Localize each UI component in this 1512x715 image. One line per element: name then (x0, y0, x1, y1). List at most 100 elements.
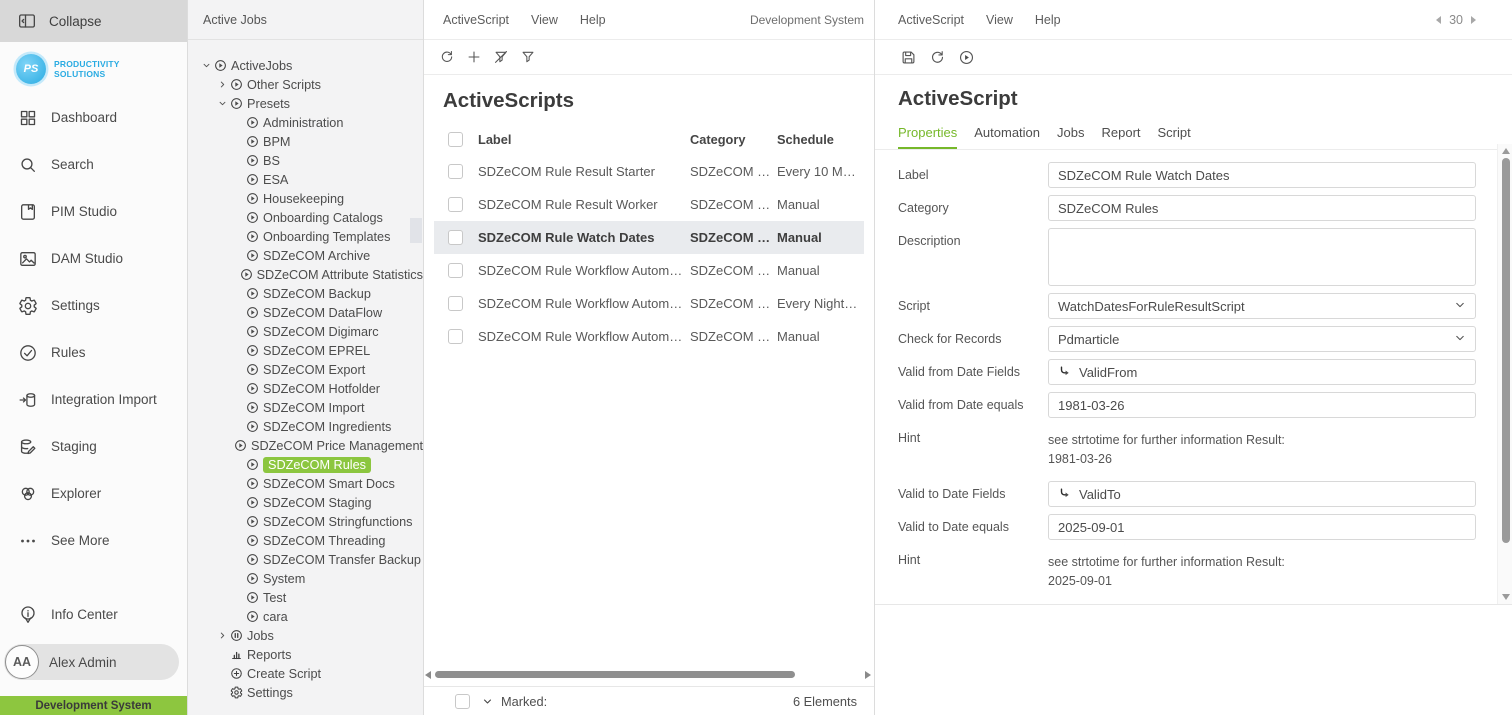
collapse-button[interactable]: Collapse (0, 0, 187, 42)
tree-item-administration[interactable]: Administration (188, 113, 423, 132)
row-checkbox[interactable] (448, 296, 463, 311)
marked-checkbox[interactable] (455, 693, 470, 709)
category-input[interactable] (1048, 195, 1476, 221)
sidebar-item-staging[interactable]: Staging (0, 423, 187, 470)
menu-view[interactable]: View (531, 13, 558, 27)
row-checkbox[interactable] (448, 164, 463, 179)
valid-from-date-equals-input[interactable] (1048, 392, 1476, 418)
tree-item-housekeeping[interactable]: Housekeeping (188, 189, 423, 208)
tree-item-sdzecom-import[interactable]: SDZeCOM Import (188, 398, 423, 417)
tree-item-settings[interactable]: Settings (188, 683, 423, 702)
scroll-up-icon[interactable] (1501, 148, 1510, 154)
tree-item-sdzecom-price-management[interactable]: SDZeCOM Price Management (188, 436, 423, 455)
valid-to-date-fields-input[interactable]: ValidTo (1048, 481, 1476, 507)
tab-properties[interactable]: Properties (898, 125, 958, 149)
sidebar-item-rules[interactable]: Rules (0, 329, 187, 376)
table-row[interactable]: SDZeCOM Rule Watch Dates SDZeCOM RulesMan… (434, 221, 864, 254)
sidebar-item-explorer[interactable]: Explorer (0, 470, 187, 517)
tree-item-activejobs[interactable]: ActiveJobs (188, 56, 423, 75)
vertical-scrollbar-thumb[interactable] (1501, 158, 1510, 543)
sidebar-item-dashboard[interactable]: Dashboard (0, 94, 187, 141)
save-icon[interactable] (900, 49, 917, 66)
sidebar-item-see-more[interactable]: See More (0, 517, 187, 564)
tree-item-sdzecom-attribute-statistics[interactable]: SDZeCOM Attribute Statistics (188, 265, 423, 284)
row-checkbox[interactable] (448, 263, 463, 278)
tab-script[interactable]: Script (1158, 125, 1191, 149)
tree-item-sdzecom-rules[interactable]: SDZeCOM Rules (188, 455, 423, 474)
filter-icon[interactable] (520, 49, 536, 65)
tree-item-reports[interactable]: Reports (188, 645, 423, 664)
tree-item-sdzecom-backup[interactable]: SDZeCOM Backup (188, 284, 423, 303)
brand-logo[interactable]: PS PRODUCTIVITY SOLUTIONS (0, 42, 187, 94)
tree-item-sdzecom-archive[interactable]: SDZeCOM Archive (188, 246, 423, 265)
add-icon[interactable] (466, 49, 482, 65)
tree-item-sdzecom-staging[interactable]: SDZeCOM Staging (188, 493, 423, 512)
tree-item-create-script[interactable]: Create Script (188, 664, 423, 683)
prev-page-icon[interactable] (1436, 15, 1442, 24)
tree-item-bs[interactable]: BS (188, 151, 423, 170)
valid-to-date-equals-input[interactable] (1048, 514, 1476, 540)
tree-item-system[interactable]: System (188, 569, 423, 588)
select-all-checkbox[interactable] (448, 131, 463, 147)
tree-item-bpm[interactable]: BPM (188, 132, 423, 151)
chevron-down-icon[interactable] (218, 99, 230, 108)
sidebar-item-settings[interactable]: Settings (0, 282, 187, 329)
label-input[interactable] (1048, 162, 1476, 188)
menu-view[interactable]: View (986, 13, 1013, 27)
chevron-down-icon[interactable] (202, 61, 214, 70)
tree-item-other-scripts[interactable]: Other Scripts (188, 75, 423, 94)
row-checkbox[interactable] (448, 329, 463, 344)
tree-item-presets[interactable]: Presets (188, 94, 423, 113)
description-textarea[interactable] (1048, 228, 1476, 286)
tree-item-sdzecom-stringfunctions[interactable]: SDZeCOM Stringfunctions (188, 512, 423, 531)
scroll-left-icon[interactable] (425, 671, 431, 679)
user-menu[interactable]: AA Alex Admin (4, 644, 179, 680)
tree-item-sdzecom-threading[interactable]: SDZeCOM Threading (188, 531, 423, 550)
table-row[interactable]: SDZeCOM Rule Workflow Automation Starter… (434, 287, 864, 320)
tree-item-sdzecom-transfer-backup[interactable]: SDZeCOM Transfer Backup (188, 550, 423, 569)
tree-item-test[interactable]: Test (188, 588, 423, 607)
tree-item-sdzecom-dataflow[interactable]: SDZeCOM DataFlow (188, 303, 423, 322)
tree-item-onboarding-templates[interactable]: Onboarding Templates (188, 227, 423, 246)
row-checkbox[interactable] (448, 230, 463, 245)
valid-from-date-fields-input[interactable]: ValidFrom (1048, 359, 1476, 385)
tab-automation[interactable]: Automation (974, 125, 1040, 149)
next-page-icon[interactable] (1471, 15, 1476, 24)
tree-scrollbar-thumb[interactable] (410, 218, 422, 243)
filter-off-icon[interactable] (493, 49, 509, 65)
row-checkbox[interactable] (448, 197, 463, 212)
scroll-right-icon[interactable] (865, 671, 871, 679)
sidebar-item-search[interactable]: Search (0, 141, 187, 188)
sidebar-item-info-center[interactable]: Info Center (0, 591, 187, 638)
tab-jobs[interactable]: Jobs (1057, 125, 1084, 149)
chevron-down-icon[interactable] (482, 696, 493, 707)
horizontal-scrollbar-thumb[interactable] (435, 671, 795, 678)
menu-help[interactable]: Help (580, 13, 606, 27)
table-row[interactable]: SDZeCOM Rule Workflow Automation WorkerS… (434, 320, 864, 353)
tree-item-onboarding-catalogs[interactable]: Onboarding Catalogs (188, 208, 423, 227)
run-icon[interactable] (958, 49, 975, 66)
chevron-right-icon[interactable] (218, 631, 230, 640)
menu-help[interactable]: Help (1035, 13, 1061, 27)
table-row[interactable]: SDZeCOM Rule Result Starter SDZeCOM Rules… (434, 155, 864, 188)
refresh-icon[interactable] (929, 49, 946, 66)
refresh-icon[interactable] (439, 49, 455, 65)
tree-item-sdzecom-eprel[interactable]: SDZeCOM EPREL (188, 341, 423, 360)
table-row[interactable]: SDZeCOM Rule Workflow Automation by d...… (434, 254, 864, 287)
chevron-right-icon[interactable] (218, 80, 230, 89)
script-select[interactable]: WatchDatesForRuleResultScript (1048, 293, 1476, 319)
menu-activescript[interactable]: ActiveScript (898, 13, 964, 27)
tree-item-cara[interactable]: cara (188, 607, 423, 626)
tree-item-esa[interactable]: ESA (188, 170, 423, 189)
sidebar-item-pim-studio[interactable]: PIM Studio (0, 188, 187, 235)
sidebar-item-integration-import[interactable]: Integration Import (0, 376, 187, 423)
tree-item-sdzecom-smart-docs[interactable]: SDZeCOM Smart Docs (188, 474, 423, 493)
scroll-down-icon[interactable] (1501, 594, 1510, 600)
tab-report[interactable]: Report (1101, 125, 1140, 149)
table-row[interactable]: SDZeCOM Rule Result Worker SDZeCOM RulesM… (434, 188, 864, 221)
menu-activescript[interactable]: ActiveScript (443, 13, 509, 27)
sidebar-item-dam-studio[interactable]: DAM Studio (0, 235, 187, 282)
tree-item-jobs[interactable]: Jobs (188, 626, 423, 645)
tree-item-sdzecom-digimarc[interactable]: SDZeCOM Digimarc (188, 322, 423, 341)
tree-item-sdzecom-hotfolder[interactable]: SDZeCOM Hotfolder (188, 379, 423, 398)
